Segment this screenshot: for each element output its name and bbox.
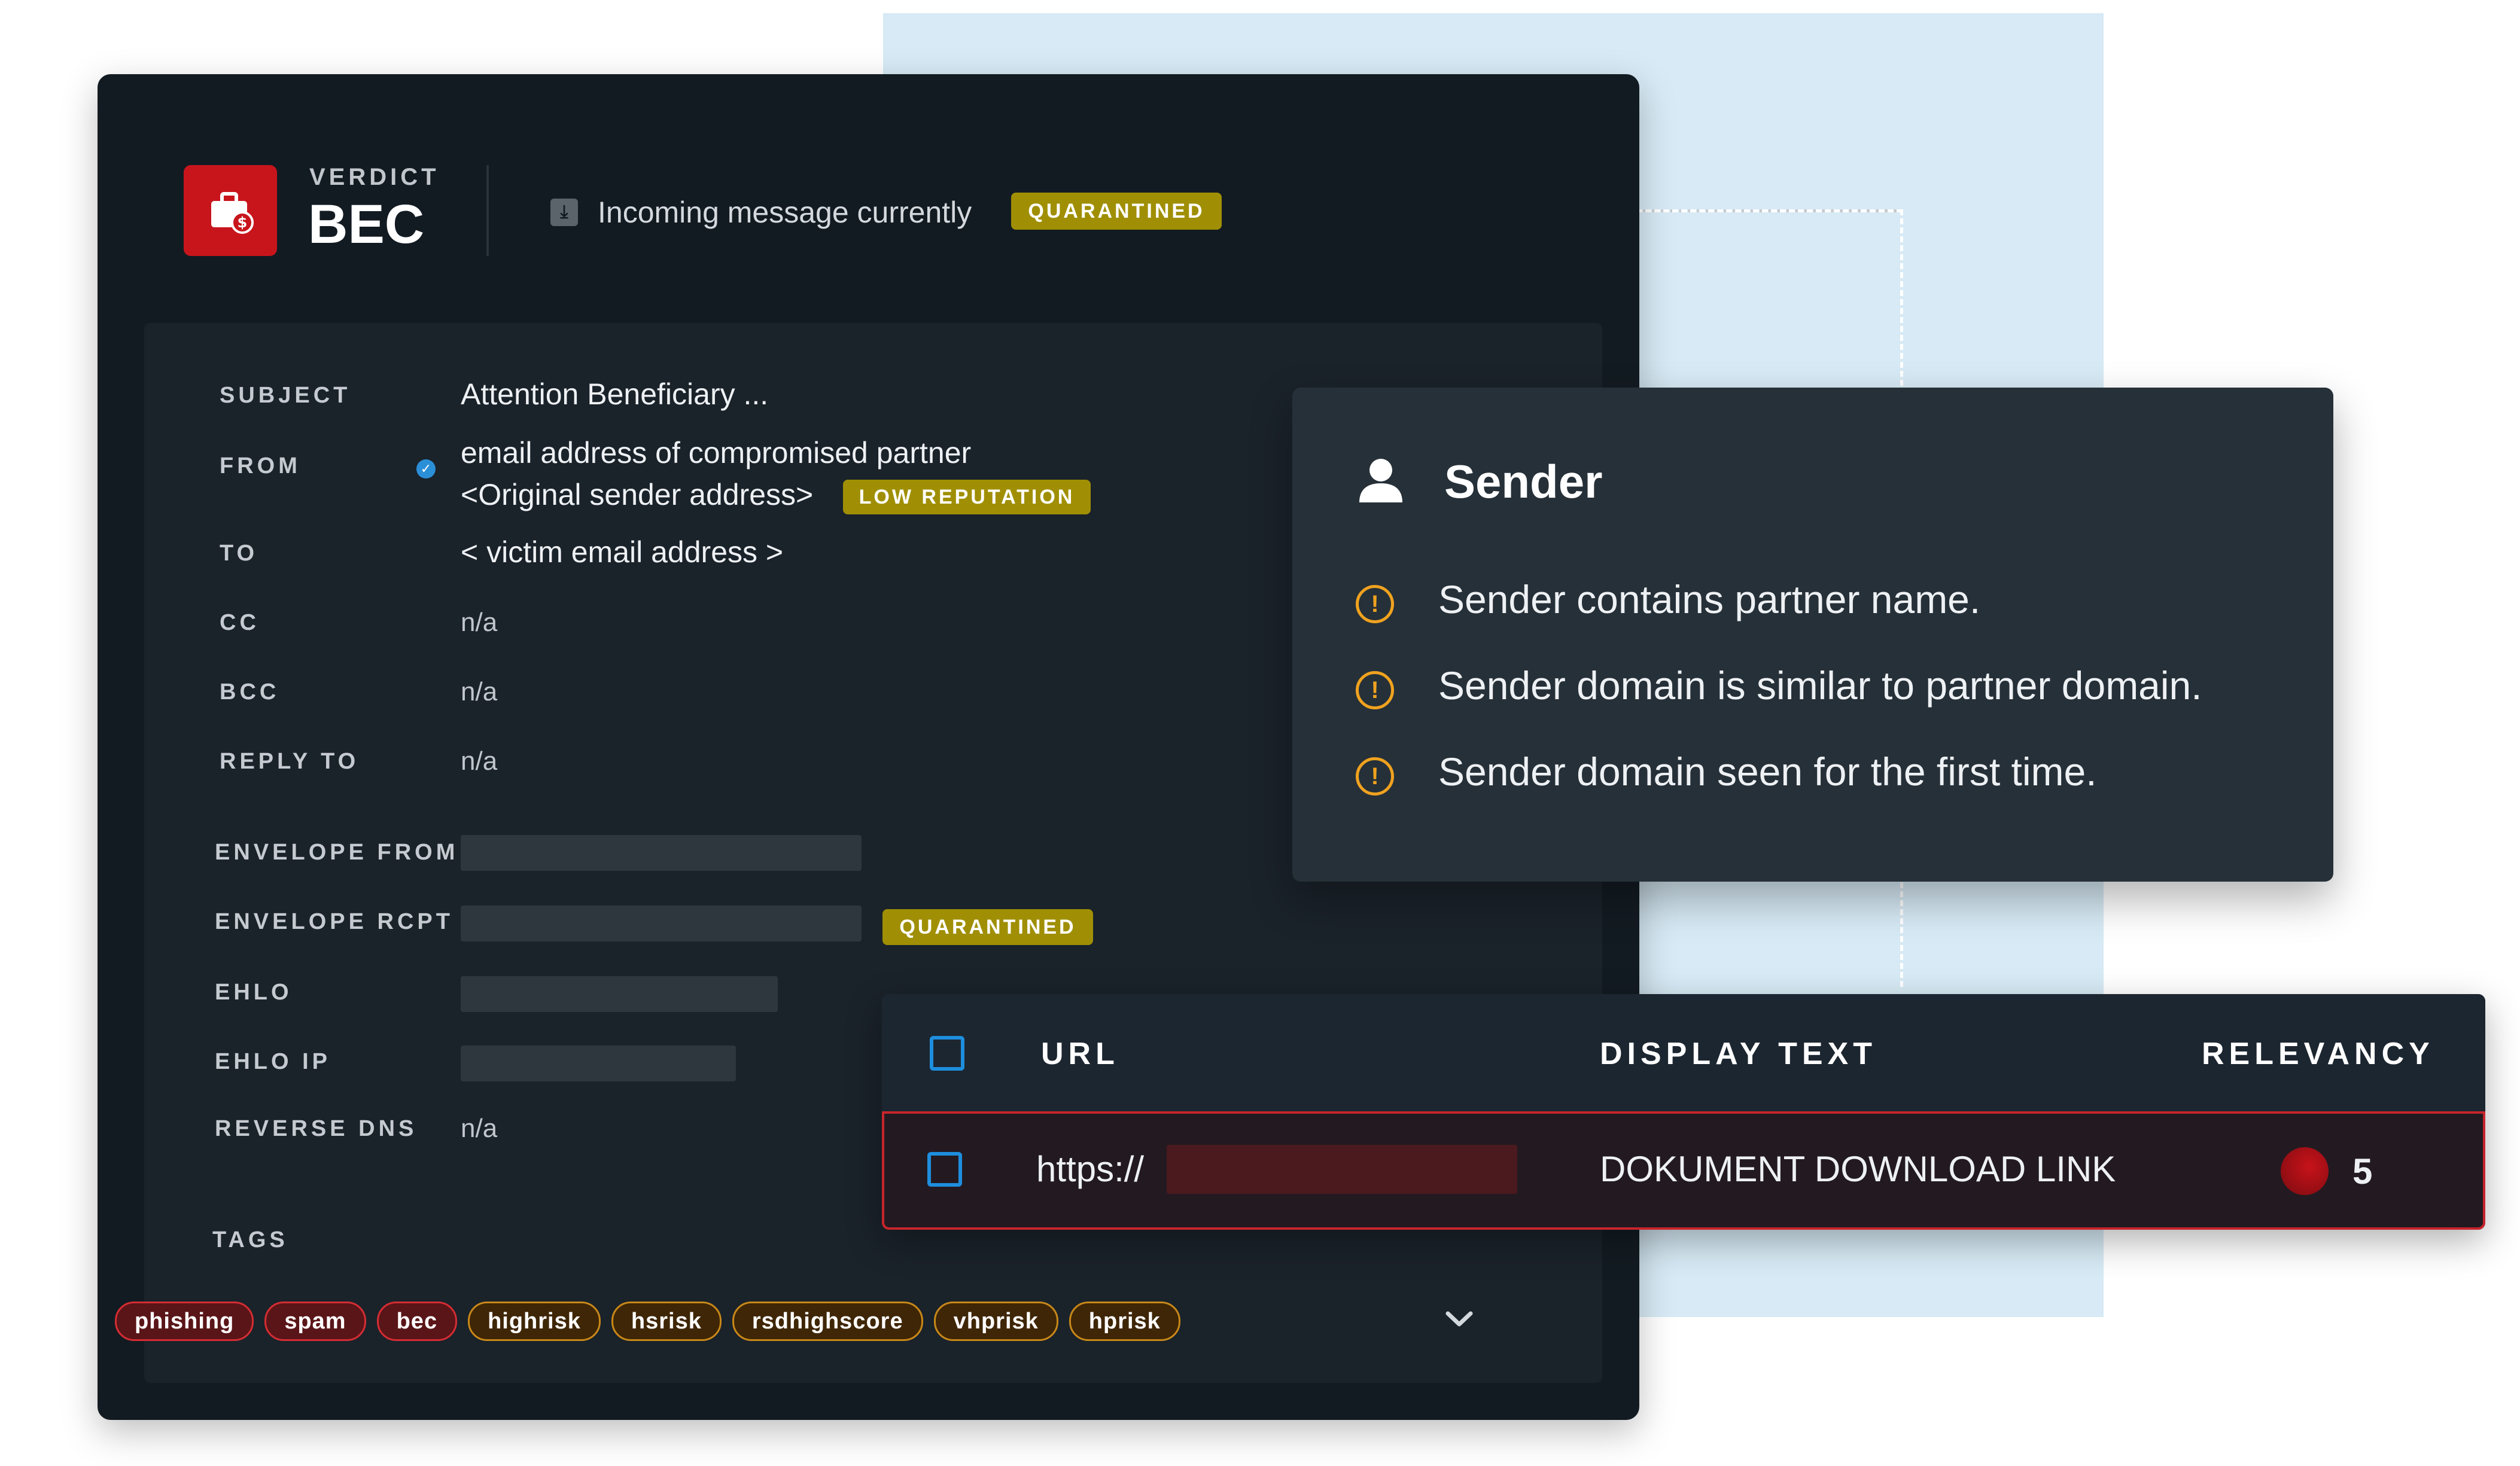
bcc-label: BCC bbox=[220, 679, 280, 705]
sender-alert: Sender domain seen for the first time. bbox=[1438, 749, 2097, 794]
warning-icon: ! bbox=[1356, 585, 1394, 623]
low-reputation-badge: LOW REPUTATION bbox=[843, 480, 1091, 514]
tag-chip[interactable]: rsdhighscore bbox=[732, 1302, 923, 1341]
envelope-rcpt-label: ENVELOPE RCPT bbox=[215, 909, 454, 934]
tag-chip[interactable]: vhprisk bbox=[933, 1302, 1058, 1341]
cc-value: n/a bbox=[461, 608, 498, 637]
tag-chip[interactable]: hsrisk bbox=[611, 1302, 722, 1341]
sender-title: Sender bbox=[1444, 455, 1603, 508]
url-redacted bbox=[1167, 1145, 1517, 1194]
connector-line-light bbox=[1627, 209, 1903, 212]
url-table-header: URL DISPLAY TEXT RELEVANCY bbox=[882, 994, 2485, 1111]
reply-to-value: n/a bbox=[461, 746, 498, 776]
tag-chip[interactable]: bec bbox=[376, 1302, 458, 1341]
verdict-badge: $ bbox=[184, 165, 277, 256]
display-text-column-header[interactable]: DISPLAY TEXT bbox=[1600, 1036, 1877, 1072]
sender-alert: Sender domain is similar to partner doma… bbox=[1438, 663, 2202, 708]
relevancy-indicator-icon bbox=[2281, 1147, 2329, 1195]
verdict-value: BEC bbox=[308, 194, 425, 255]
envelope-from-label: ENVELOPE FROM bbox=[215, 840, 459, 865]
subject-value: Attention Beneficiary ... bbox=[461, 377, 769, 411]
bcc-value: n/a bbox=[461, 677, 498, 706]
envelope-quarantined-badge: QUARANTINED bbox=[882, 909, 1093, 945]
from-name-value: email address of compromised partner bbox=[461, 436, 972, 470]
chevron-down-icon[interactable] bbox=[1432, 1292, 1486, 1346]
select-all-checkbox[interactable] bbox=[930, 1036, 964, 1071]
ehlo-redacted bbox=[461, 976, 778, 1012]
to-value: < victim email address > bbox=[461, 535, 784, 569]
tag-chip[interactable]: spam bbox=[264, 1302, 366, 1341]
reverse-dns-value: n/a bbox=[461, 1114, 498, 1143]
url-cell[interactable]: https:// bbox=[1036, 1148, 1144, 1190]
briefcase-dollar-icon: $ bbox=[211, 192, 254, 234]
tag-list: phishing spam bec highrisk hsrisk rsdhig… bbox=[115, 1302, 1180, 1341]
verdict-label: VERDICT bbox=[309, 164, 440, 190]
envelope-rcpt-redacted bbox=[461, 906, 862, 941]
relevancy-value: 5 bbox=[2352, 1151, 2373, 1191]
cc-label: CC bbox=[220, 610, 260, 635]
sender-alert: Sender contains partner name. bbox=[1438, 577, 1981, 621]
table-row[interactable]: https:// DOKUMENT DOWNLOAD LINK 5 bbox=[882, 1111, 2485, 1230]
envelope-from-redacted bbox=[461, 835, 862, 871]
from-address-value: <Original sender address> bbox=[461, 478, 814, 511]
warning-icon: ! bbox=[1356, 757, 1394, 796]
verified-check-icon: ✓ bbox=[416, 459, 436, 478]
message-status-text: Incoming message currently bbox=[598, 196, 972, 229]
to-label: TO bbox=[220, 541, 258, 566]
tags-label: TAGS bbox=[212, 1227, 288, 1252]
tag-chip[interactable]: hprisk bbox=[1069, 1302, 1180, 1341]
warning-icon: ! bbox=[1356, 671, 1394, 709]
from-label: FROM bbox=[220, 453, 301, 478]
url-column-header[interactable]: URL bbox=[1041, 1036, 1119, 1072]
tag-chip[interactable]: phishing bbox=[115, 1302, 254, 1341]
download-tray-icon: ⤓ bbox=[550, 199, 578, 226]
tag-chip[interactable]: highrisk bbox=[468, 1302, 601, 1341]
url-table: URL DISPLAY TEXT RELEVANCY https:// DOKU… bbox=[882, 994, 2485, 1230]
sender-panel: Sender ! Sender contains partner name. !… bbox=[1292, 388, 2333, 882]
reply-to-label: REPLY TO bbox=[220, 749, 360, 774]
display-text-cell: DOKUMENT DOWNLOAD LINK bbox=[1600, 1149, 2116, 1189]
person-icon bbox=[1359, 459, 1402, 502]
quarantined-badge: QUARANTINED bbox=[1011, 193, 1222, 230]
row-checkbox[interactable] bbox=[927, 1152, 962, 1187]
svg-text:$: $ bbox=[238, 214, 248, 231]
relevancy-column-header[interactable]: RELEVANCY bbox=[2202, 1036, 2434, 1072]
reverse-dns-label: REVERSE DNS bbox=[215, 1116, 418, 1141]
ehlo-ip-redacted bbox=[461, 1046, 736, 1081]
subject-label: SUBJECT bbox=[220, 383, 351, 408]
ehlo-label: EHLO bbox=[215, 980, 293, 1005]
header-divider bbox=[486, 165, 489, 256]
ehlo-ip-label: EHLO IP bbox=[215, 1049, 331, 1074]
